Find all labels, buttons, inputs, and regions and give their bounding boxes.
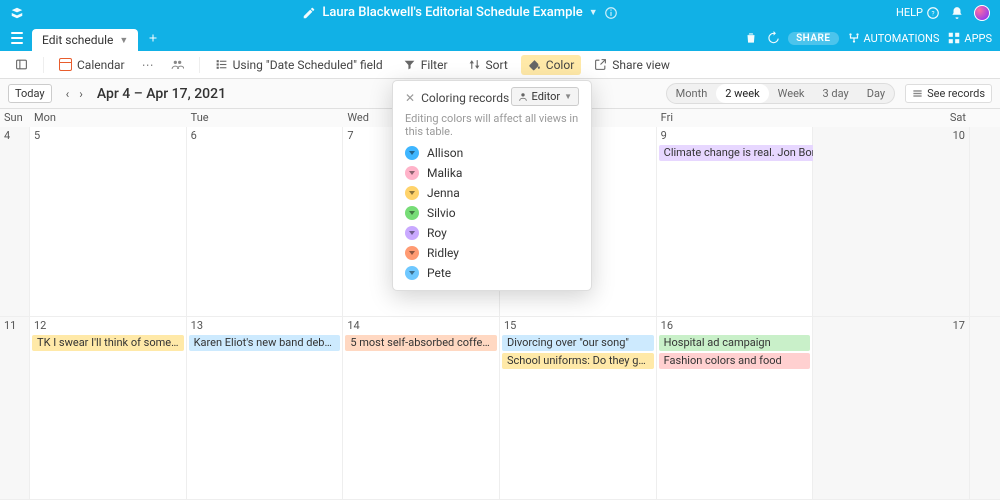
event[interactable]: TK I swear I'll think of something [32, 335, 184, 351]
filter-button[interactable]: Filter [396, 55, 455, 75]
day-header: Sun [0, 109, 30, 127]
color-popup: ✕ Coloring records the same as Editor ▼ … [392, 80, 592, 291]
event[interactable]: Fashion colors and food [659, 353, 811, 369]
automations-button[interactable]: AUTOMATIONS [847, 31, 940, 45]
chevron-down-icon: ▼ [564, 92, 572, 101]
day-cell[interactable]: 10 [813, 127, 970, 317]
day-cell[interactable]: 4 [0, 127, 30, 317]
title-caret-icon[interactable]: ▼ [589, 7, 598, 18]
close-icon[interactable]: ✕ [405, 91, 415, 105]
divider [199, 57, 200, 73]
app-logo-icon[interactable] [10, 6, 24, 20]
grid-spacer [970, 317, 1000, 500]
apps-button[interactable]: APPS [947, 31, 992, 45]
day-header: Fri [657, 109, 814, 127]
table-tab[interactable]: Edit schedule ▼ [32, 29, 138, 51]
color-swatch[interactable] [405, 226, 419, 240]
trash-icon[interactable] [744, 31, 758, 45]
event[interactable]: Divorcing over "our song" [502, 335, 654, 351]
color-item-label: Malika [427, 166, 462, 180]
day-cell[interactable]: 17 [813, 317, 970, 500]
range-day[interactable]: Day [858, 84, 894, 103]
bell-icon[interactable] [950, 6, 964, 20]
color-item-label: Ridley [427, 246, 459, 260]
color-item-label: Allison [427, 146, 463, 160]
automation-icon [847, 31, 861, 45]
toggle-sidebar-button[interactable] [8, 55, 35, 74]
color-item[interactable]: Ridley [405, 246, 579, 260]
add-tab-button[interactable] [144, 29, 162, 47]
chevron-down-icon: ▼ [119, 35, 128, 46]
color-swatch[interactable] [405, 266, 419, 280]
day-header: Mon [30, 109, 187, 127]
color-item[interactable]: Allison [405, 146, 579, 160]
color-swatch[interactable] [405, 146, 419, 160]
apps-icon [947, 31, 961, 45]
day-cell[interactable]: 12 TK I swear I'll think of something [30, 317, 187, 500]
view-menu-button[interactable]: ⋯ [138, 55, 158, 75]
event[interactable]: Hospital ad campaign [659, 335, 811, 351]
base-title[interactable]: Laura Blackwell's Editorial Schedule Exa… [322, 5, 582, 20]
day-cell[interactable]: 15 Divorcing over "our song" School unif… [500, 317, 657, 500]
avatar[interactable] [974, 5, 990, 21]
day-cell[interactable]: 13 Karen Eliot's new band debuts with "B… [187, 317, 344, 500]
history-icon[interactable] [766, 31, 780, 45]
sort-button[interactable]: Sort [461, 55, 515, 75]
color-swatch[interactable] [405, 186, 419, 200]
day-cell[interactable]: 16 Hospital ad campaign Fashion colors a… [657, 317, 814, 500]
day-cell[interactable]: 14 5 most self-absorbed coffee drinks [343, 317, 500, 500]
color-item-label: Roy [427, 226, 447, 240]
share-button[interactable]: SHARE [788, 32, 838, 45]
view-name[interactable]: Calendar [52, 55, 132, 75]
day-header: Tue [187, 109, 344, 127]
day-cell[interactable]: 5 [30, 127, 187, 317]
color-swatch[interactable] [405, 246, 419, 260]
day-cell[interactable]: 11 [0, 317, 30, 500]
prev-button[interactable]: ‹ [62, 85, 74, 103]
grid-spacer [970, 127, 1000, 317]
date-range: Apr 4 – Apr 17, 2021 [97, 86, 226, 102]
see-records-button[interactable]: See records [905, 84, 992, 103]
table-tab-label: Edit schedule [42, 33, 113, 47]
collaborators-button[interactable] [164, 55, 191, 74]
event[interactable]: Karen Eliot's new band debuts with "Best… [189, 335, 341, 351]
range-switch: Month 2 week Week 3 day Day [666, 83, 895, 104]
color-item-label: Pete [427, 266, 451, 280]
range-3day[interactable]: 3 day [814, 84, 858, 103]
help-link[interactable]: HELP? [896, 6, 940, 20]
day-cell[interactable]: 9 Climate change is real. Jon Bon Jovi s… [657, 127, 814, 317]
color-item-label: Silvio [427, 206, 456, 220]
pencil-icon [302, 6, 316, 20]
color-field-selector[interactable]: Editor ▼ [511, 87, 579, 106]
svg-text:?: ? [931, 9, 934, 17]
day-header: Sat [813, 109, 970, 127]
next-button[interactable]: › [75, 85, 87, 103]
event[interactable]: 5 most self-absorbed coffee drinks [345, 335, 497, 351]
color-swatch[interactable] [405, 166, 419, 180]
hamburger-icon[interactable] [8, 29, 26, 47]
color-item-label: Jenna [427, 186, 460, 200]
color-item[interactable]: Silvio [405, 206, 579, 220]
color-item[interactable]: Malika [405, 166, 579, 180]
grouping-field[interactable]: Using "Date Scheduled" field [208, 55, 390, 75]
event[interactable]: Climate change is real. Jon Bon Jovi say… [659, 145, 839, 161]
help-icon: ? [926, 6, 940, 20]
color-item[interactable]: Pete [405, 266, 579, 280]
color-swatch[interactable] [405, 206, 419, 220]
range-month[interactable]: Month [667, 84, 717, 103]
color-item[interactable]: Jenna [405, 186, 579, 200]
calendar-icon [59, 58, 72, 71]
today-button[interactable]: Today [8, 84, 52, 103]
color-item[interactable]: Roy [405, 226, 579, 240]
color-button[interactable]: Color [521, 55, 581, 75]
event[interactable]: School uniforms: Do they go far enough? [502, 353, 654, 369]
share-view-button[interactable]: Share view [587, 55, 677, 75]
info-icon[interactable] [604, 6, 618, 20]
range-2week[interactable]: 2 week [716, 84, 768, 103]
range-week[interactable]: Week [769, 84, 814, 103]
day-cell[interactable]: 6 [187, 127, 344, 317]
divider [43, 57, 44, 73]
popup-subtext: Editing colors will affect all views in … [405, 112, 579, 138]
